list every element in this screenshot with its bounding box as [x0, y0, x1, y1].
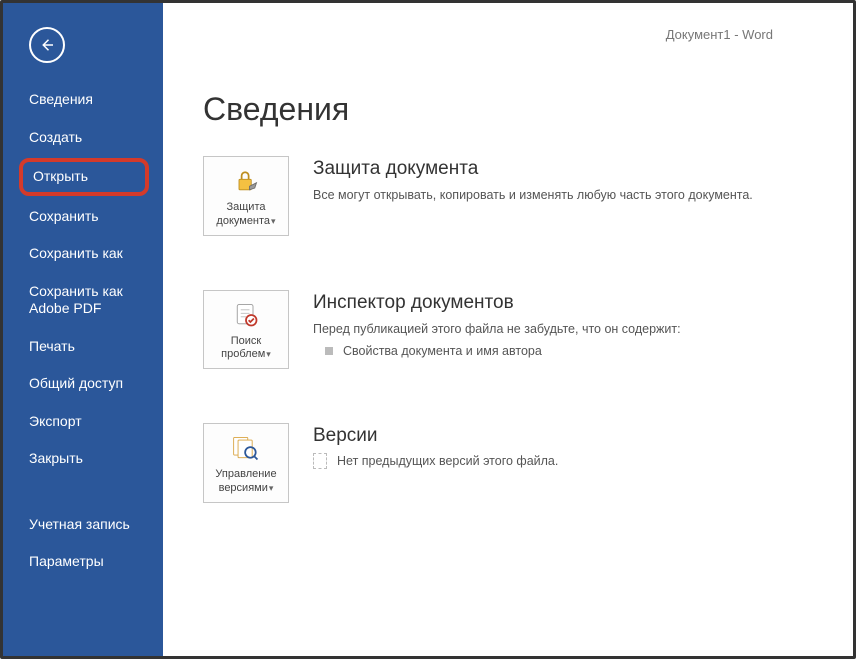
inspect-bullet: Свойства документа и имя автора: [313, 344, 681, 358]
sidebar-item-export[interactable]: Экспорт: [3, 403, 163, 441]
versions-desc: Нет предыдущих версий этого файла.: [337, 454, 558, 468]
app-window: Документ1 - Word Сведения Создать Открыт…: [0, 0, 856, 659]
inspect-tile-label: Поиск проблем▾: [208, 335, 284, 363]
sidebar-item-close[interactable]: Закрыть: [3, 440, 163, 478]
sidebar-item-account[interactable]: Учетная запись: [3, 506, 163, 544]
sidebar-item-saveas[interactable]: Сохранить как: [3, 235, 163, 273]
protect-document-button[interactable]: Защита документа▾: [203, 156, 289, 236]
versions-icon: [208, 432, 284, 464]
inspect-section: Поиск проблем▾ Инспектор документов Пере…: [203, 290, 813, 370]
document-icon: [313, 453, 327, 469]
backstage-sidebar: Сведения Создать Открыть Сохранить Сохра…: [3, 3, 163, 656]
sidebar-item-new[interactable]: Создать: [3, 119, 163, 157]
page-title: Сведения: [203, 91, 813, 128]
sidebar-separator: [3, 478, 163, 506]
versions-tile-label: Управление версиями▾: [208, 468, 284, 496]
versions-section: Управление версиями▾ Версии Нет предыдущ…: [203, 423, 813, 503]
inspect-bullet-text: Свойства документа и имя автора: [343, 344, 542, 358]
backstage-main: Сведения Защита документа▾ Защита докуме…: [163, 3, 853, 656]
versions-title: Версии: [313, 425, 558, 447]
checklist-icon: [208, 299, 284, 331]
inspect-desc: Перед публикацией этого файла не забудьт…: [313, 320, 681, 339]
protect-section: Защита документа▾ Защита документа Все м…: [203, 156, 813, 236]
versions-body: Версии Нет предыдущих версий этого файла…: [313, 423, 558, 469]
sidebar-item-saveas-pdf[interactable]: Сохранить как Adobe PDF: [3, 273, 163, 328]
inspect-title: Инспектор документов: [313, 292, 681, 314]
protect-title: Защита документа: [313, 158, 753, 180]
back-button[interactable]: [29, 27, 65, 63]
inspect-body: Инспектор документов Перед публикацией э…: [313, 290, 681, 359]
protect-tile-label: Защита документа▾: [208, 201, 284, 229]
sidebar-item-share[interactable]: Общий доступ: [3, 365, 163, 403]
manage-versions-button[interactable]: Управление версиями▾: [203, 423, 289, 503]
check-issues-button[interactable]: Поиск проблем▾: [203, 290, 289, 370]
protect-body: Защита документа Все могут открывать, ко…: [313, 156, 753, 205]
protect-desc: Все могут открывать, копировать и изменя…: [313, 186, 753, 205]
arrow-left-icon: [38, 36, 56, 54]
bullet-icon: [325, 347, 333, 355]
sidebar-item-open[interactable]: Открыть: [19, 158, 149, 196]
lock-icon: [208, 165, 284, 197]
sidebar-item-options[interactable]: Параметры: [3, 543, 163, 581]
sidebar-item-print[interactable]: Печать: [3, 328, 163, 366]
sidebar-item-info[interactable]: Сведения: [3, 81, 163, 119]
versions-row: Нет предыдущих версий этого файла.: [313, 453, 558, 469]
sidebar-item-save[interactable]: Сохранить: [3, 198, 163, 236]
